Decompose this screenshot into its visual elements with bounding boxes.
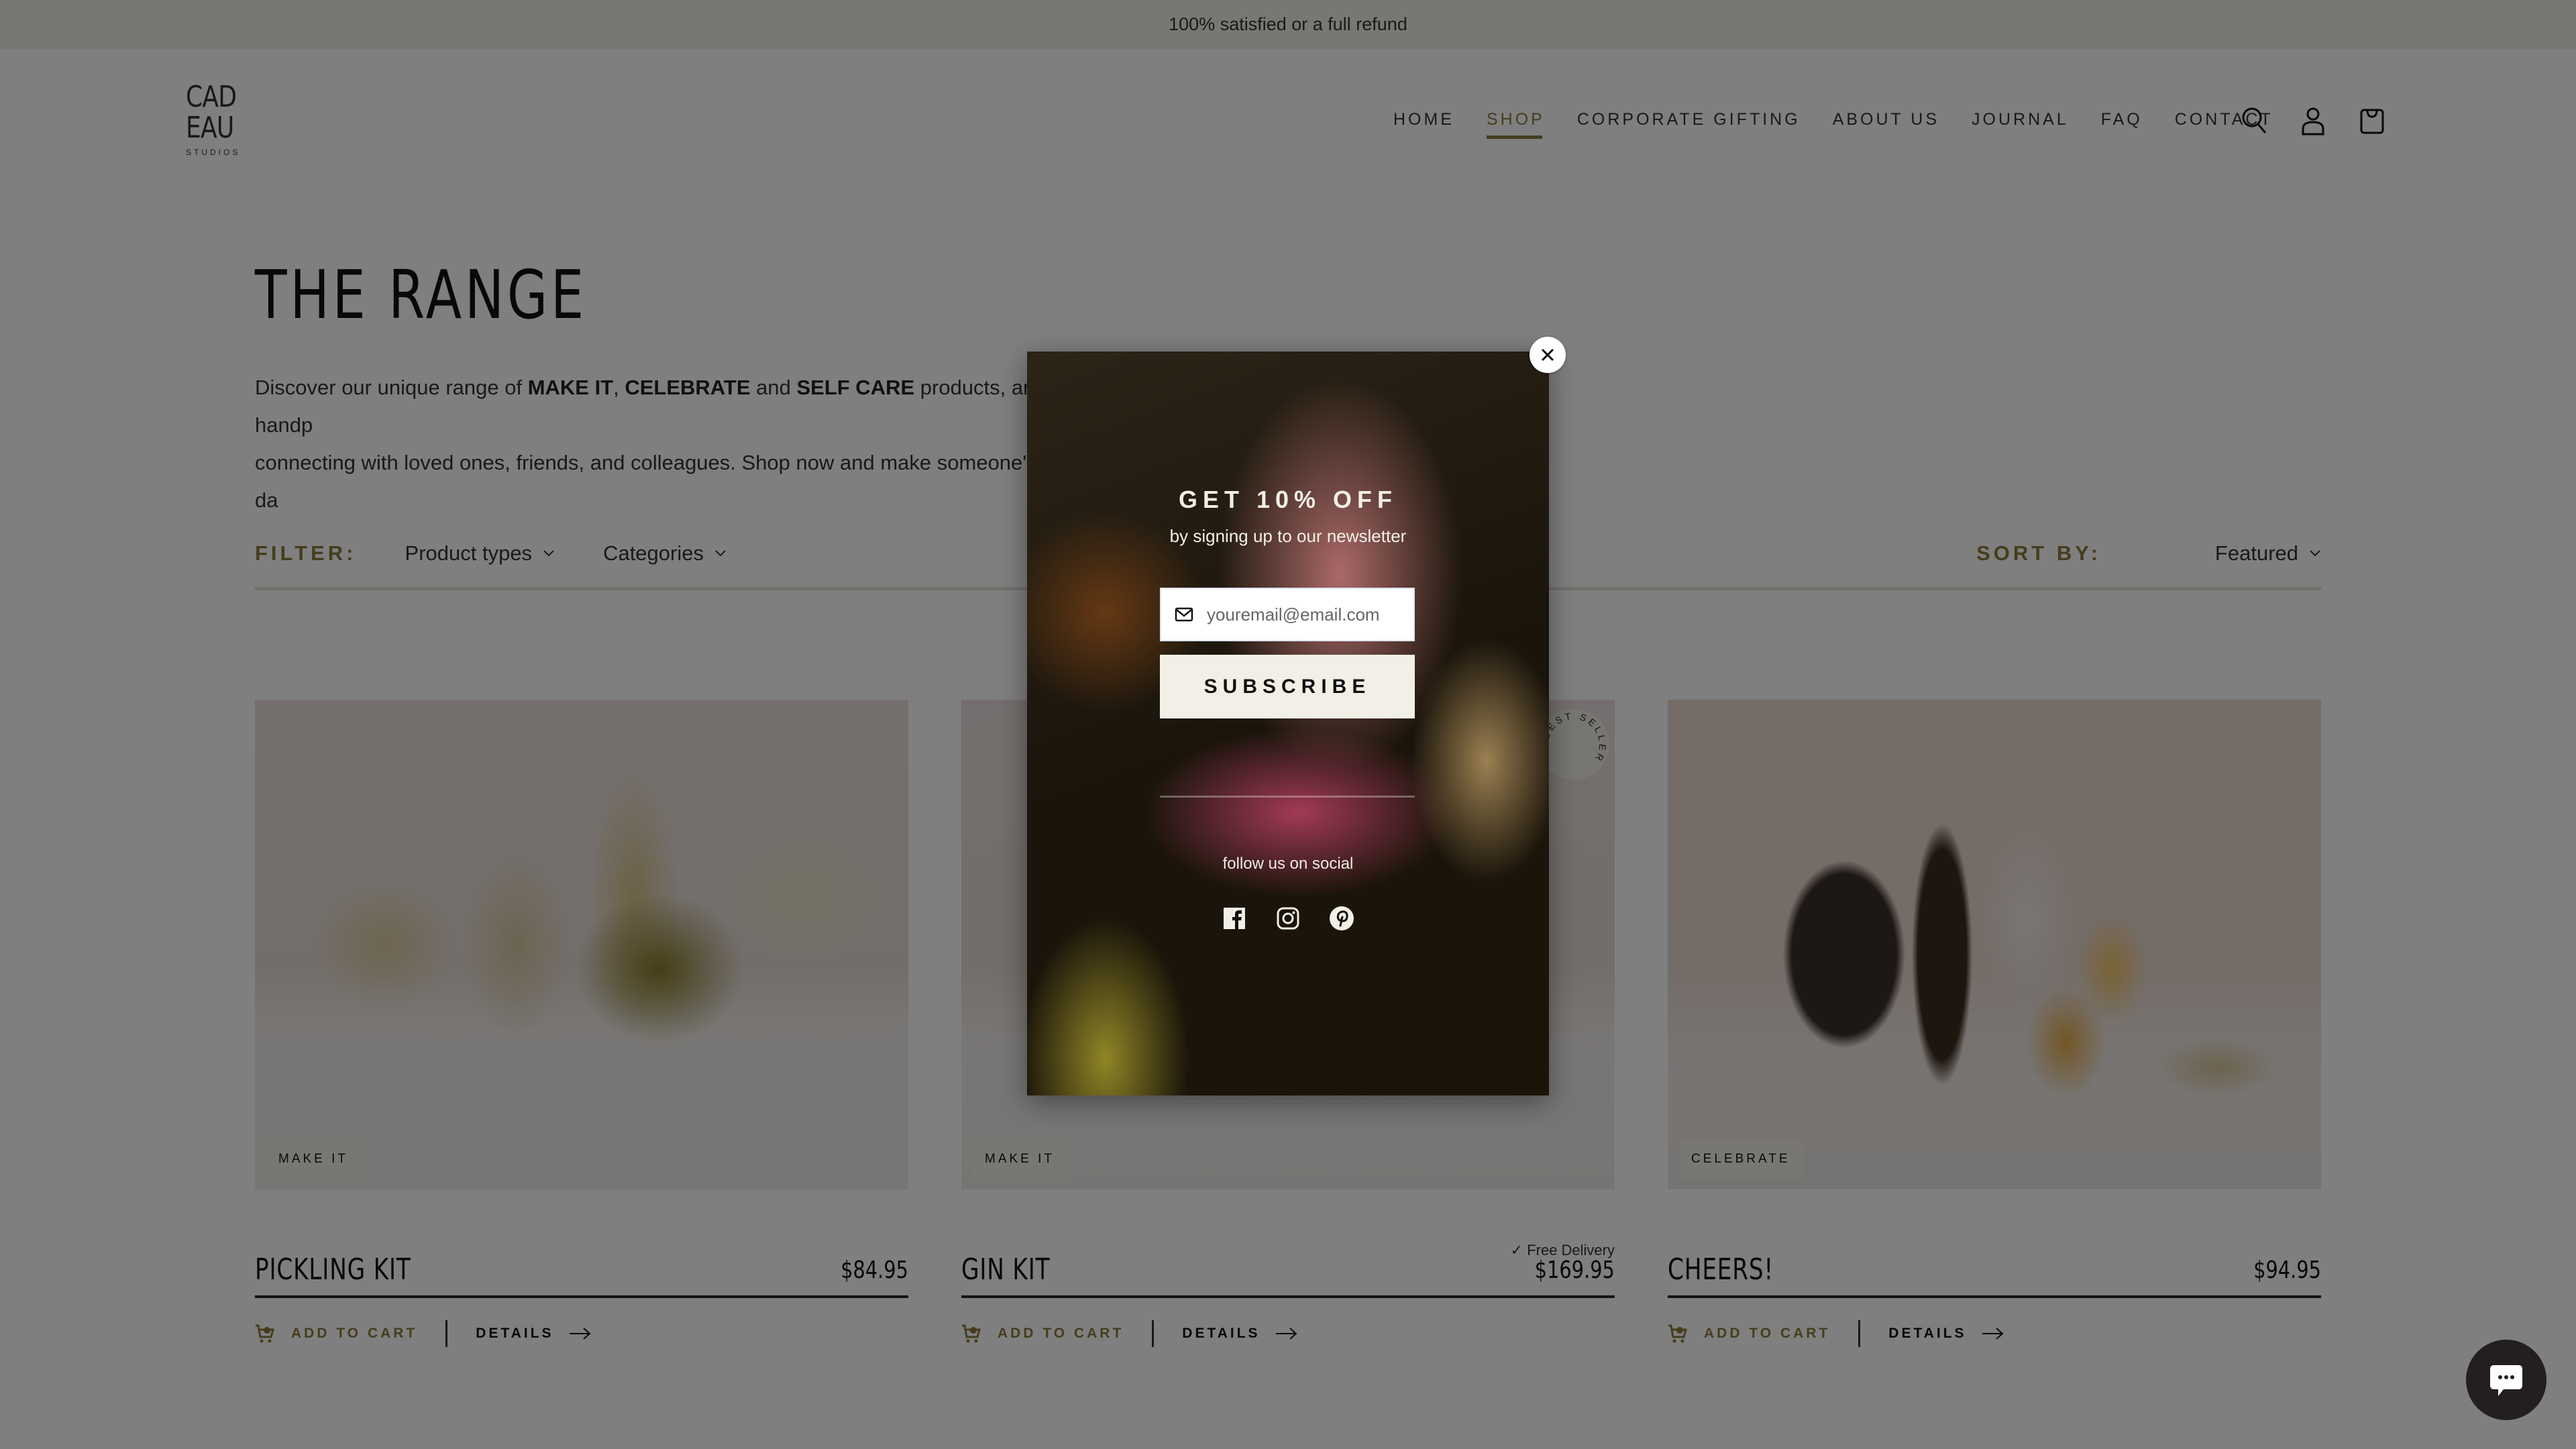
instagram-icon	[1277, 907, 1299, 930]
pinterest-icon	[1330, 906, 1354, 930]
close-icon	[1541, 348, 1554, 362]
mail-icon	[1175, 607, 1193, 622]
popup-divider	[1160, 796, 1415, 798]
email-field[interactable]	[1160, 588, 1415, 641]
social-links	[1027, 905, 1549, 932]
chat-icon	[2490, 1365, 2522, 1396]
newsletter-popup: GET 10% OFF by signing up to our newslet…	[1027, 352, 1549, 1095]
popup-close-button[interactable]	[1529, 337, 1566, 373]
pinterest-link[interactable]	[1328, 905, 1355, 932]
subscribe-button[interactable]: SUBSCRIBE	[1160, 655, 1415, 718]
popup-headline: GET 10% OFF	[1178, 486, 1398, 513]
email-input[interactable]	[1207, 604, 1401, 625]
popup-content: GET 10% OFF by signing up to our newslet…	[1027, 352, 1549, 1095]
follow-label: follow us on social	[1222, 855, 1354, 873]
instagram-link[interactable]	[1275, 905, 1301, 932]
facebook-link[interactable]	[1221, 905, 1248, 932]
page: 100% satisfied or a full refund CAD EAU …	[0, 0, 2576, 1449]
chat-button[interactable]	[2466, 1340, 2546, 1420]
facebook-icon	[1224, 908, 1245, 929]
popup-subline: by signing up to our newsletter	[1169, 526, 1407, 546]
